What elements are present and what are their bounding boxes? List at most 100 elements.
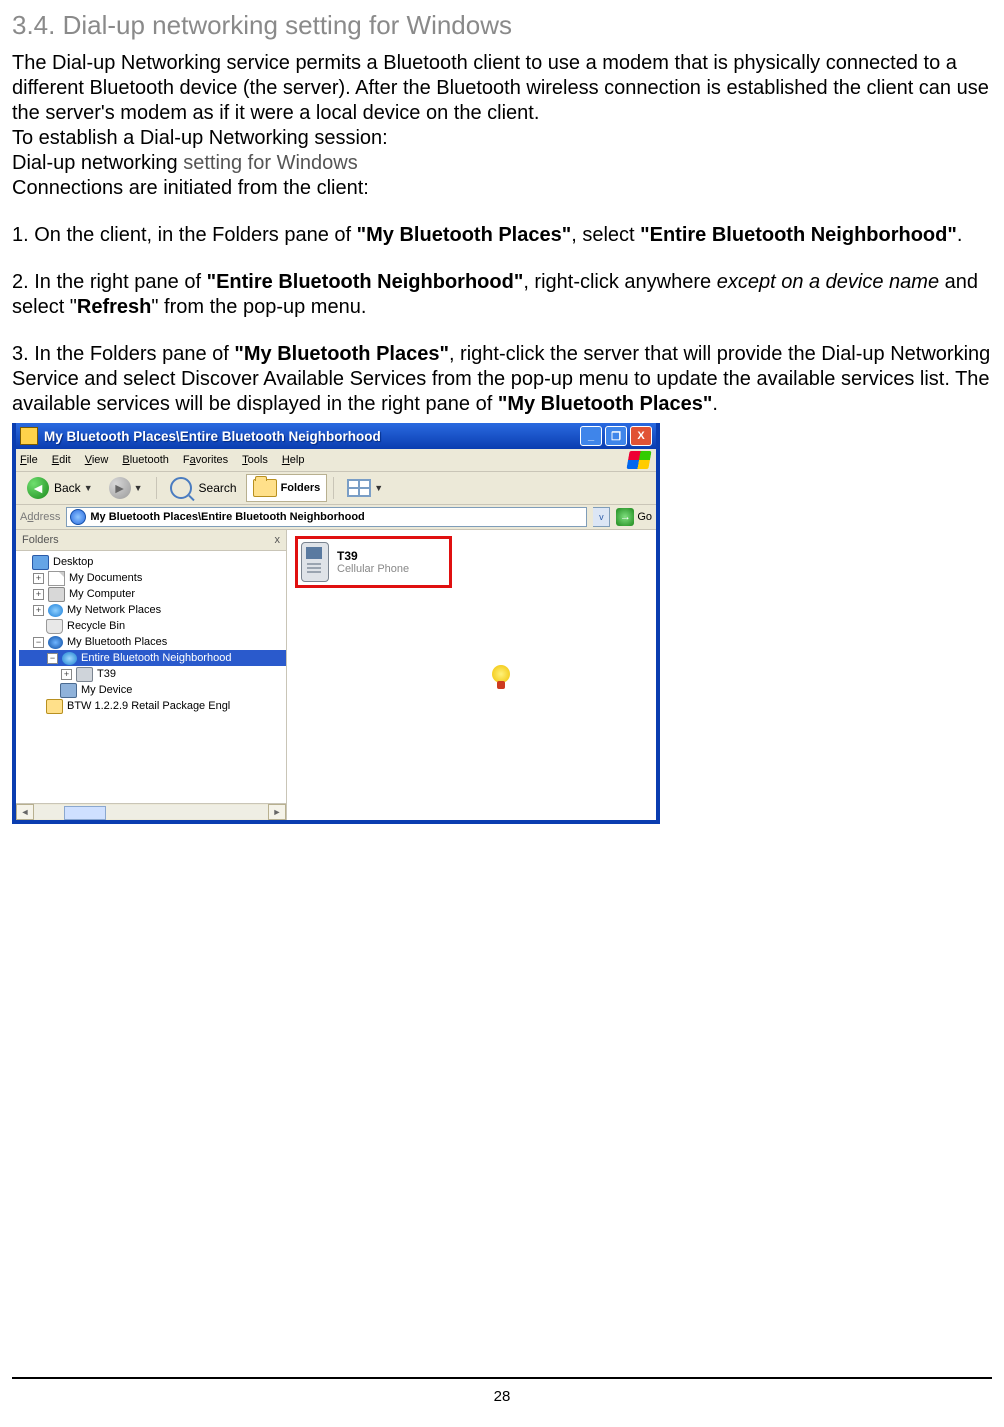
folders-label: Folders [281,482,321,494]
tree-entire-bluetooth-neighborhood[interactable]: −Entire Bluetooth Neighborhood [19,650,286,666]
tree-my-computer[interactable]: +My Computer [19,586,286,602]
tree-desktop[interactable]: Desktop [19,554,286,570]
step3-a: 3. In the Folders pane of [12,343,234,365]
tree-mydevice-label: My Device [81,682,132,698]
documents-icon [48,571,65,586]
step2-c: , right-click anywhere [523,271,716,293]
tree-btw-package[interactable]: BTW 1.2.2.9 Retail Package Engl [19,698,286,714]
address-item-icon [70,509,86,525]
scroll-right-button[interactable]: ► [268,804,286,820]
intro-line-3a: Dial-up networking [12,152,183,174]
window-icon [20,427,38,445]
step1-e: . [957,224,963,246]
address-dropdown-button[interactable]: v [593,507,610,527]
titlebar[interactable]: My Bluetooth Places\Entire Bluetooth Nei… [16,423,656,449]
go-icon: → [616,508,634,526]
intro-paragraph: The Dial-up Networking service permits a… [12,51,992,126]
step2-g: " from the pop-up menu. [151,296,366,318]
tree-my-network-places[interactable]: +My Network Places [19,602,286,618]
tree-t39-label: T39 [97,666,116,682]
search-button[interactable]: Search [163,475,244,501]
computer-icon [48,587,65,602]
step2-a: 2. In the right pane of [12,271,207,293]
search-icon [170,477,192,499]
device-name-label: T39 [337,549,409,563]
folders-pane: Folders x Desktop +My Documents +My Comp… [16,530,287,820]
step1-d: "Entire Bluetooth Neighborhood" [640,224,957,246]
page-number: 28 [0,1388,1004,1405]
back-label: Back [54,481,81,495]
address-value: My Bluetooth Places\Entire Bluetooth Nei… [90,511,364,523]
menu-bar: File Edit View Bluetooth Favorites Tools… [16,449,656,472]
menu-file[interactable]: File [20,454,38,466]
menu-help[interactable]: Help [282,454,305,466]
phone-icon [76,667,93,682]
tree-desktop-label: Desktop [53,554,93,570]
device-item-t39[interactable]: T39 Cellular Phone [295,536,452,588]
pushpin-icon [487,665,515,693]
tree-my-bluetooth-places[interactable]: −My Bluetooth Places [19,634,286,650]
step2-b: "Entire Bluetooth Neighborhood" [207,271,524,293]
tree-t39[interactable]: +T39 [19,666,286,682]
explorer-window: My Bluetooth Places\Entire Bluetooth Nei… [12,423,660,824]
go-label: Go [637,511,652,523]
folders-button[interactable]: Folders [246,474,328,502]
address-label: Address [20,511,60,523]
tree-recycle-bin[interactable]: Recycle Bin [19,618,286,634]
network-icon [48,604,63,617]
forward-caret-icon: ▼ [134,483,143,493]
views-caret-icon: ▼ [374,483,383,493]
go-button[interactable]: → Go [616,508,652,526]
step1-c: , select [571,224,640,246]
forward-button[interactable]: ► ▼ [102,475,150,501]
back-arrow-icon: ◄ [27,477,49,499]
step1-a: 1. On the client, in the Folders pane of [12,224,357,246]
views-button[interactable]: ▼ [340,475,390,501]
address-bar: Address My Bluetooth Places\Entire Bluet… [16,505,656,530]
minimize-button[interactable]: _ [580,426,602,446]
folders-h-scrollbar[interactable]: ◄ ► [16,803,286,820]
intro-line-3b: setting for Windows [183,152,358,174]
toolbar-separator [156,477,157,499]
scroll-track[interactable] [34,805,268,819]
step2-d: except on a device name [717,271,939,293]
close-button[interactable]: X [630,426,652,446]
menu-favorites[interactable]: Favorites [183,454,228,466]
tree-btplaces-label: My Bluetooth Places [67,634,167,650]
folders-tree[interactable]: Desktop +My Documents +My Computer +My N… [16,551,286,803]
intro-line-2: To establish a Dial-up Networking sessio… [12,126,992,151]
scroll-thumb[interactable] [64,806,106,820]
menu-tools[interactable]: Tools [242,454,268,466]
folders-pane-title: Folders [22,534,59,546]
folders-pane-close-button[interactable]: x [275,534,281,546]
back-caret-icon: ▼ [84,483,93,493]
step3-e: . [712,393,718,415]
bluetooth-icon [48,636,63,649]
scroll-left-button[interactable]: ◄ [16,804,34,820]
back-button[interactable]: ◄ Back ▼ [20,475,100,501]
step3-b: "My Bluetooth Places" [234,343,449,365]
windows-logo-icon [626,451,651,469]
step1-b: "My Bluetooth Places" [357,224,572,246]
menu-view[interactable]: View [85,454,109,466]
forward-arrow-icon: ► [109,477,131,499]
views-icon [347,479,371,497]
tree-btneigh-label: Entire Bluetooth Neighborhood [81,650,231,666]
step-3: 3. In the Folders pane of "My Bluetooth … [12,342,992,417]
tree-my-device[interactable]: My Device [19,682,286,698]
tree-my-documents[interactable]: +My Documents [19,570,286,586]
toolbar: ◄ Back ▼ ► ▼ Search Folders ▼ [16,472,656,505]
menu-bluetooth[interactable]: Bluetooth [122,454,169,466]
folder-icon [46,699,63,714]
window-title: My Bluetooth Places\Entire Bluetooth Nei… [44,429,577,444]
content-pane[interactable]: T39 Cellular Phone [287,530,656,820]
tree-recycle-label: Recycle Bin [67,618,125,634]
step-2: 2. In the right pane of "Entire Bluetoot… [12,270,992,320]
menu-edit[interactable]: Edit [52,454,71,466]
step3-d: "My Bluetooth Places" [498,393,713,415]
intro-line-3: Dial-up networking setting for Windows [12,151,992,176]
maximize-button[interactable]: ❐ [605,426,627,446]
address-input[interactable]: My Bluetooth Places\Entire Bluetooth Nei… [66,507,587,527]
section-heading: 3.4. Dial-up networking setting for Wind… [12,10,992,41]
bt-neighborhood-icon [62,652,77,665]
